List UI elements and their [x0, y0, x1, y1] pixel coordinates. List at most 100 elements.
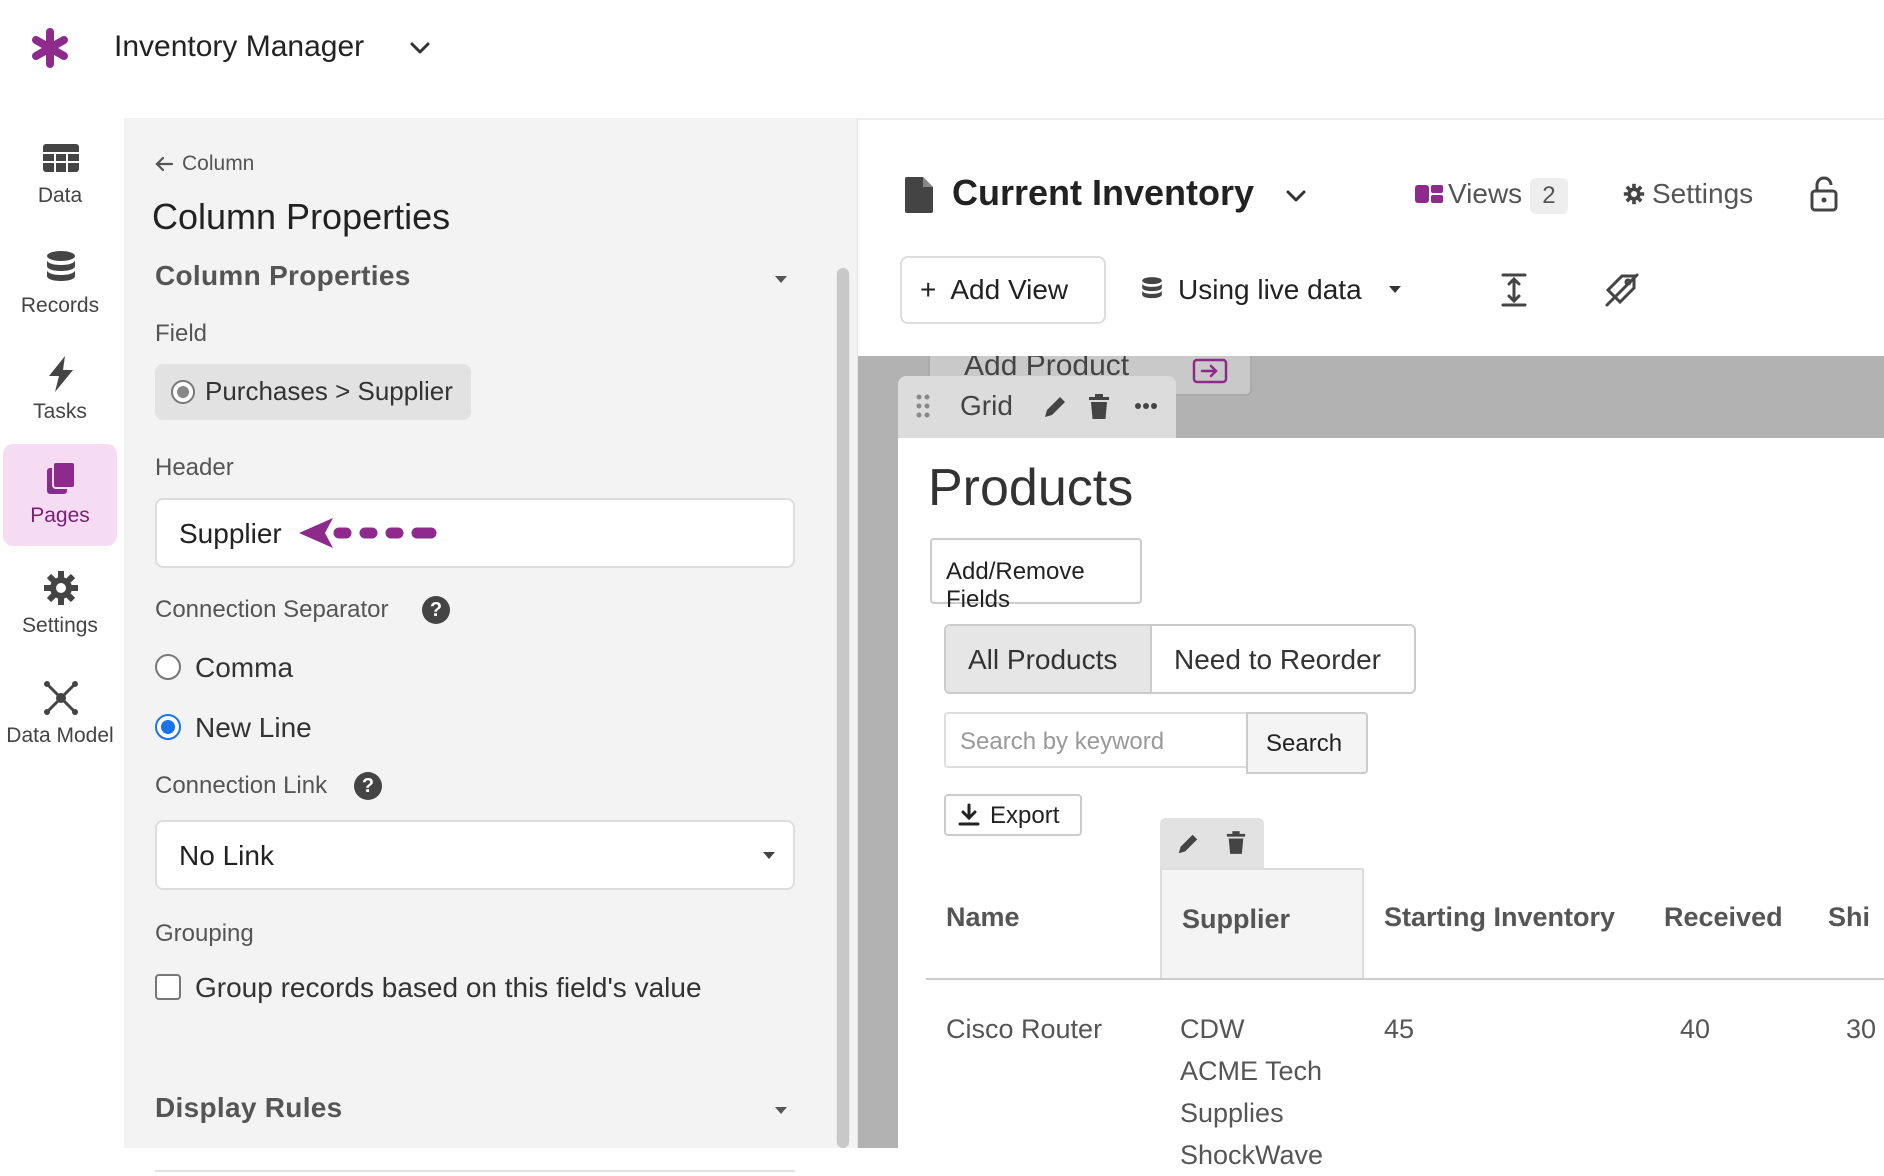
- trash-icon[interactable]: [1226, 830, 1246, 856]
- gear-icon: [1623, 183, 1645, 205]
- scrollbar[interactable]: [836, 268, 850, 1148]
- lightning-icon: [49, 356, 73, 392]
- nav-item-records[interactable]: Records: [3, 234, 117, 336]
- grouping-checkbox-row[interactable]: Group records based on this field's valu…: [155, 972, 702, 1004]
- header-input-value: Supplier: [179, 518, 282, 549]
- help-icon[interactable]: ?: [354, 772, 382, 800]
- column-header-shipped[interactable]: Shi: [1828, 868, 1884, 978]
- cell-starting-inventory: 45: [1384, 1014, 1415, 1044]
- lock-icon[interactable]: [1810, 176, 1838, 212]
- nav-item-settings[interactable]: Settings: [3, 554, 117, 656]
- field-value-chip: Purchases > Supplier: [155, 364, 471, 420]
- products-grid-block: Products Add/Remove Fields All Products …: [898, 438, 1884, 1170]
- pages-icon: [47, 461, 76, 494]
- nav-label-records: Records: [20, 294, 100, 317]
- pencil-icon[interactable]: [1176, 832, 1200, 856]
- nav-label-data: Data: [37, 184, 83, 207]
- tab-all-products[interactable]: All Products: [946, 626, 1152, 692]
- help-icon[interactable]: ?: [422, 596, 450, 624]
- nav-label-pages: Pages: [30, 504, 90, 527]
- section-header-column-properties[interactable]: Column Properties: [155, 260, 411, 292]
- radio-new-line[interactable]: New Line: [155, 712, 312, 744]
- radio-dot-icon: [171, 380, 195, 404]
- tab-need-to-reorder[interactable]: Need to Reorder: [1152, 626, 1414, 692]
- page-title[interactable]: Current Inventory: [952, 172, 1254, 214]
- nav-item-pages[interactable]: Pages: [3, 444, 117, 546]
- views-count-badge: 2: [1530, 178, 1568, 214]
- section-header-display-rules[interactable]: Display Rules: [155, 1092, 343, 1124]
- radio-button[interactable]: [155, 654, 181, 680]
- header-divider: [926, 978, 1884, 980]
- pencil-icon[interactable]: [1042, 394, 1068, 420]
- filter-tabs: All Products Need to Reorder: [944, 624, 1416, 694]
- column-properties-panel: Column Column Properties Column Properti…: [124, 118, 858, 1172]
- cell-shipped: 30: [1846, 1014, 1877, 1044]
- radio-button-checked[interactable]: [155, 714, 181, 740]
- column-header-name[interactable]: Name: [926, 868, 1120, 978]
- grouping-label: Grouping: [155, 920, 254, 947]
- nav-item-tasks[interactable]: Tasks: [3, 340, 117, 442]
- nav-item-data[interactable]: Data: [3, 124, 117, 226]
- column-header-starting-inventory[interactable]: Starting Inventory: [1364, 868, 1664, 978]
- page-builder-canvas: Add Product Grid Products Add/Remove Fie…: [858, 356, 1884, 1170]
- back-link-label: Column: [182, 152, 255, 175]
- divider: [155, 1170, 795, 1172]
- live-data-dropdown[interactable]: Using live data: [1138, 274, 1402, 306]
- dashed-arrow-icon: [299, 518, 437, 548]
- app-title[interactable]: Inventory Manager: [114, 30, 364, 64]
- caret-down-icon[interactable]: [775, 1107, 787, 1114]
- database-icon: [47, 251, 75, 281]
- radio-comma[interactable]: Comma: [155, 652, 293, 684]
- add-view-button[interactable]: + Add View: [900, 256, 1106, 324]
- field-value: Purchases > Supplier: [205, 376, 453, 406]
- grouping-checkbox[interactable]: [155, 974, 181, 1000]
- nav-item-data-model[interactable]: Data Model: [3, 664, 117, 766]
- table-icon: [43, 144, 79, 172]
- nav-label-settings: Settings: [22, 614, 98, 637]
- caret-down-icon: [1389, 286, 1402, 293]
- tag-off-icon[interactable]: [1604, 272, 1640, 308]
- trash-icon[interactable]: [1088, 394, 1110, 420]
- gear-icon: [44, 571, 78, 605]
- connection-link-select[interactable]: No Link: [155, 820, 795, 890]
- settings-button[interactable]: Settings: [1622, 178, 1753, 210]
- search-button[interactable]: Search: [1246, 712, 1368, 774]
- header-label: Header: [155, 454, 234, 481]
- field-label: Field: [155, 320, 208, 347]
- select-value: No Link: [179, 840, 274, 871]
- header-input[interactable]: Supplier: [155, 498, 795, 568]
- database-icon: [1142, 277, 1162, 299]
- views-label: Views: [1448, 178, 1523, 209]
- back-link[interactable]: Column: [154, 152, 254, 176]
- search-input[interactable]: Search by keyword: [944, 712, 1248, 768]
- column-header-received[interactable]: Received: [1664, 868, 1834, 978]
- scrollbar-thumb[interactable]: [837, 268, 849, 1148]
- radio-label: Comma: [195, 652, 294, 683]
- cell-name: Cisco Router: [946, 1014, 1103, 1044]
- drag-handle-icon[interactable]: [916, 394, 930, 418]
- cell-supplier: CDW ACME Tech Supplies ShockWave: [1180, 1008, 1323, 1176]
- chevron-down-icon[interactable]: [1282, 182, 1310, 210]
- side-nav: Data Records Tasks Pages Settings Data M…: [0, 118, 124, 1148]
- nav-label-tasks: Tasks: [33, 400, 87, 423]
- caret-down-icon[interactable]: [775, 276, 787, 283]
- caret-down-icon: [763, 852, 775, 859]
- grid-label: Grid: [960, 390, 1013, 421]
- more-icon[interactable]: [1134, 402, 1158, 410]
- chevron-down-icon[interactable]: [406, 34, 434, 62]
- plus-icon: +: [920, 274, 937, 305]
- settings-label: Settings: [1652, 178, 1754, 209]
- supplier-line: CDW: [1180, 1014, 1245, 1044]
- add-remove-fields-button[interactable]: Add/Remove Fields: [930, 538, 1142, 613]
- network-icon: [44, 681, 78, 715]
- views-button[interactable]: Views 2: [1414, 178, 1568, 214]
- radio-label: New Line: [195, 712, 312, 743]
- supplier-line: Supplies: [1180, 1098, 1284, 1128]
- link-label: Connection Link: [155, 772, 328, 799]
- document-icon: [905, 177, 933, 213]
- expand-vertical-icon[interactable]: [1500, 272, 1528, 308]
- column-header-supplier[interactable]: Supplier: [1160, 868, 1364, 978]
- add-view-label: Add View: [950, 274, 1069, 305]
- export-button[interactable]: Export: [944, 794, 1082, 836]
- link-out-icon: [1192, 358, 1228, 384]
